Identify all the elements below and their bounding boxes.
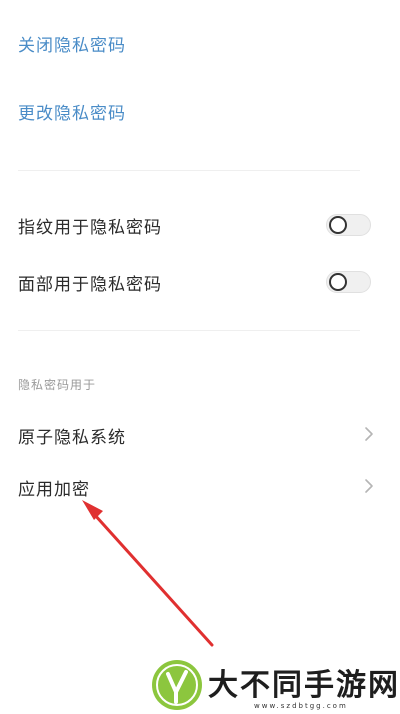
annotation-arrow-icon <box>82 500 214 647</box>
site-logo-icon <box>152 660 202 710</box>
watermark-url: www.szdbtgg.com <box>254 702 348 710</box>
watermark: 大不同手游网 www.szdbtgg.com <box>150 656 400 714</box>
watermark-text: 大不同手游网 <box>208 668 400 703</box>
